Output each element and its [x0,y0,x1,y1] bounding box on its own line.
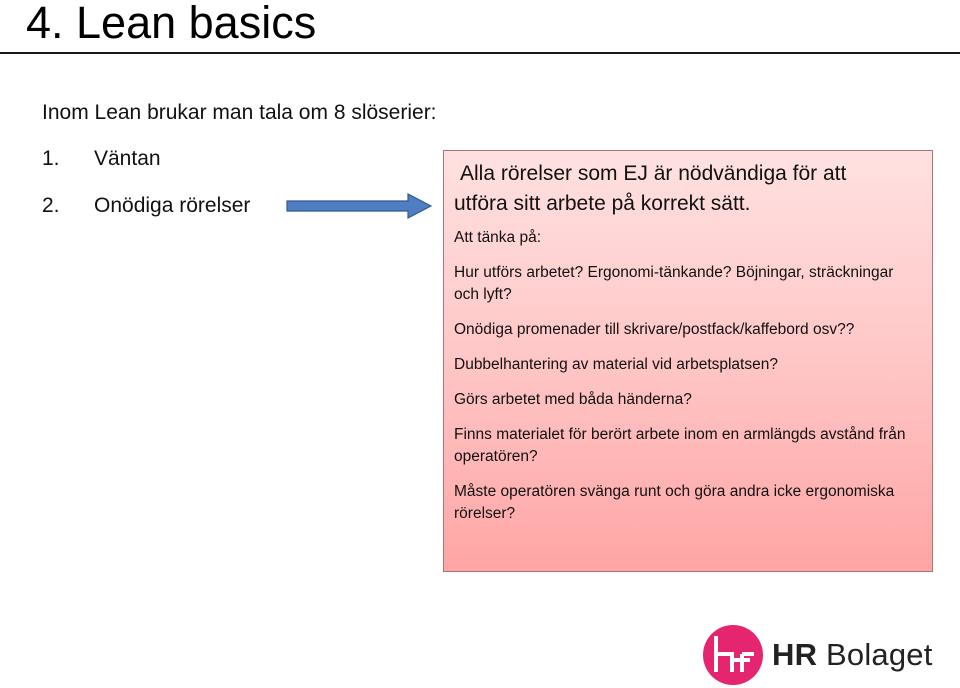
explanation-box: Alla rörelser som EJ är nödvändiga för a… [443,150,933,572]
hr-bolaget-logo: HR Bolaget [702,624,933,686]
list-number: 2. [42,194,60,217]
box-point: Dubbelhantering av material vid arbetspl… [454,356,778,373]
list-label: Onödiga rörelser [94,194,251,217]
logo-text-bold: HR [772,637,818,672]
list-number: 1. [42,147,60,170]
list-item: 1. Väntan [42,146,250,193]
box-point: Hur utförs arbetet? Ergonomi-tänkande? B… [454,264,894,303]
box-heading: Alla rörelser som EJ är nödvändiga för a… [454,159,922,219]
box-point: Onödiga promenader till skrivare/postfac… [454,321,855,338]
list-label: Väntan [94,147,161,170]
intro-text: Inom Lean brukar man tala om 8 slöserier… [42,101,437,124]
logo-text: HR Bolaget [772,637,933,673]
logo-mark-icon [703,625,763,685]
box-heading-line: Alla rörelser som EJ är nödvändiga för a… [460,162,847,185]
box-point: Görs arbetet med båda händerna? [454,391,692,408]
box-point: Finns materialet för berört arbete inom … [454,426,906,465]
logo-text-rest: Bolaget [817,637,933,672]
list-item: 2. Onödiga rörelser [42,193,250,240]
slide-title: 4. Lean basics [26,0,317,48]
box-heading-line: utföra sitt arbete på korrekt sätt. [454,192,751,215]
box-subheading: Att tänka på: [454,229,542,246]
title-divider [0,52,960,54]
box-point: Måste operatören svänga runt och göra an… [454,483,895,522]
right-arrow-icon [286,193,432,219]
waste-list: 1. Väntan 2. Onödiga rörelser [42,146,250,240]
